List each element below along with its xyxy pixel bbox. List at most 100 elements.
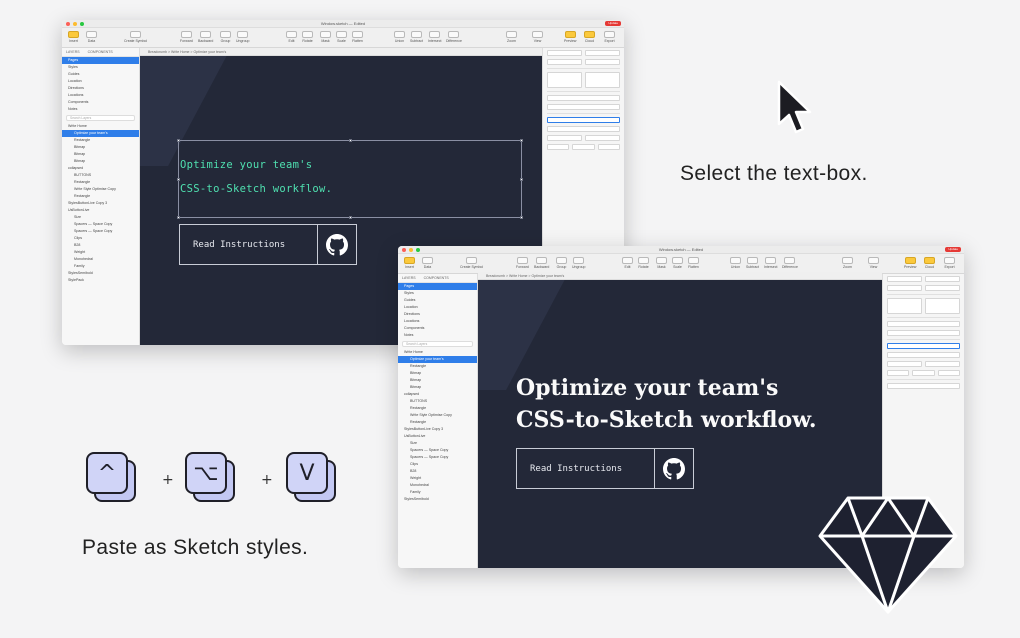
- ungroup-button[interactable]: Ungroup: [236, 31, 249, 43]
- font-family-field[interactable]: [887, 352, 960, 358]
- x-field[interactable]: [547, 50, 582, 56]
- tab-components[interactable]: COMPONENTS: [88, 50, 113, 54]
- layer-row[interactable]: StylesSemibold: [398, 496, 477, 503]
- layer-row[interactable]: Spacers — Space Copy: [398, 447, 477, 454]
- layer-row-selected[interactable]: Optimize your team's: [62, 130, 139, 137]
- layer-row[interactable]: Clips: [398, 461, 477, 468]
- layer-row[interactable]: B28: [62, 242, 139, 249]
- width-field[interactable]: [887, 285, 922, 291]
- font-weight-field[interactable]: [887, 361, 922, 367]
- page-item[interactable]: Locations: [62, 92, 139, 99]
- difference-button[interactable]: Difference: [446, 31, 462, 43]
- character-field[interactable]: [547, 144, 570, 150]
- page-item[interactable]: Location: [62, 78, 139, 85]
- layer-row[interactable]: Monohedral: [398, 482, 477, 489]
- width-field[interactable]: [547, 59, 582, 65]
- preview-button[interactable]: Preview: [904, 257, 916, 269]
- backward-button[interactable]: Backward: [198, 31, 213, 43]
- scale-button[interactable]: Scale: [336, 31, 347, 43]
- rotate-button[interactable]: Rotate: [638, 257, 649, 269]
- resize-control[interactable]: [547, 72, 582, 88]
- layer-row[interactable]: Write Style Optimise Copy: [398, 412, 477, 419]
- view-button[interactable]: View: [532, 31, 543, 43]
- layer-row[interactable]: BUTTONS: [62, 172, 139, 179]
- layer-row[interactable]: StylesSemibold: [62, 270, 139, 277]
- tab-layers[interactable]: LAYERS: [402, 276, 416, 280]
- subtract-button[interactable]: Subtract: [410, 31, 423, 43]
- line-field[interactable]: [572, 144, 595, 150]
- layer-row[interactable]: Rectangle: [62, 179, 139, 186]
- intersect-button[interactable]: Intersect: [764, 257, 777, 269]
- character-field[interactable]: [887, 370, 910, 376]
- create-symbol-button[interactable]: Create Symbol: [124, 31, 147, 43]
- ungroup-button[interactable]: Ungroup: [572, 257, 585, 269]
- layer-row[interactable]: Family: [398, 489, 477, 496]
- layer-row[interactable]: Size: [62, 214, 139, 221]
- tab-components[interactable]: COMPONENTS: [424, 276, 449, 280]
- layer-row[interactable]: Bitmap: [62, 158, 139, 165]
- create-symbol-button[interactable]: Create Symbol: [460, 257, 483, 269]
- layer-row[interactable]: Clips: [62, 235, 139, 242]
- page-item[interactable]: Notes: [62, 106, 139, 113]
- layer-row[interactable]: UsButtonLive: [62, 207, 139, 214]
- layer-row[interactable]: Spacers — Space Copy: [62, 228, 139, 235]
- height-field[interactable]: [585, 59, 620, 65]
- data-button[interactable]: Data: [86, 31, 97, 43]
- layer-row-selected[interactable]: Optimize your team's: [398, 356, 477, 363]
- opacity-field[interactable]: [887, 343, 960, 349]
- data-button[interactable]: Data: [422, 257, 433, 269]
- y-field[interactable]: [585, 50, 620, 56]
- layer-row[interactable]: Rectangle: [398, 419, 477, 426]
- read-instructions-button[interactable]: Read Instructions: [516, 448, 694, 489]
- edit-button[interactable]: Edit: [622, 257, 633, 269]
- layer-row[interactable]: Spacers — Space Copy: [62, 221, 139, 228]
- y-field[interactable]: [925, 276, 960, 282]
- layer-row[interactable]: Bitmap: [398, 384, 477, 391]
- flatten-button[interactable]: Flatten: [352, 31, 363, 43]
- layer-row[interactable]: Family: [62, 263, 139, 270]
- zoom-button[interactable]: Zoom: [842, 257, 853, 269]
- alignment-field[interactable]: [887, 383, 960, 389]
- paragraph-field[interactable]: [597, 144, 620, 150]
- forward-button[interactable]: Forward: [516, 257, 529, 269]
- page-item[interactable]: Notes: [398, 332, 477, 339]
- edit-button[interactable]: Edit: [286, 31, 297, 43]
- x-field[interactable]: [887, 276, 922, 282]
- layer-row[interactable]: StylesButtonLive Copy 3: [62, 200, 139, 207]
- layer-row[interactable]: Rectangle: [62, 193, 139, 200]
- read-instructions-button[interactable]: Read Instructions: [179, 224, 357, 265]
- font-size-field[interactable]: [585, 135, 620, 141]
- breadcrumb[interactable]: Breadcrumb > Write Home > Optimize your …: [140, 48, 542, 56]
- line-field[interactable]: [912, 370, 935, 376]
- page-item[interactable]: Styles: [398, 290, 477, 297]
- pin-control[interactable]: [585, 72, 620, 88]
- mask-button[interactable]: Mask: [656, 257, 667, 269]
- mask-button[interactable]: Mask: [320, 31, 331, 43]
- tab-layers[interactable]: LAYERS: [66, 50, 80, 54]
- layer-row[interactable]: BUTTONS: [398, 398, 477, 405]
- layer-row[interactable]: Bitmap: [62, 151, 139, 158]
- layer-row[interactable]: Write Style Optimise Copy: [62, 186, 139, 193]
- export-button[interactable]: Export: [604, 31, 615, 43]
- layer-row[interactable]: Weight: [62, 249, 139, 256]
- cloud-button[interactable]: Cloud: [924, 257, 935, 269]
- layer-row[interactable]: UsButtonLive: [398, 433, 477, 440]
- update-badge[interactable]: Update: [945, 247, 961, 252]
- backward-button[interactable]: Backward: [534, 257, 549, 269]
- page-item[interactable]: Components: [398, 325, 477, 332]
- page-item[interactable]: Pages: [398, 283, 477, 290]
- layer-row[interactable]: Rectangle: [62, 137, 139, 144]
- difference-button[interactable]: Difference: [782, 257, 798, 269]
- intersect-button[interactable]: Intersect: [428, 31, 441, 43]
- layer-row[interactable]: Weight: [398, 475, 477, 482]
- flatten-button[interactable]: Flatten: [688, 257, 699, 269]
- style-sync-field[interactable]: [887, 330, 960, 336]
- group-button[interactable]: Group: [220, 31, 231, 43]
- layer-row[interactable]: Monohedral: [62, 256, 139, 263]
- height-field[interactable]: [925, 285, 960, 291]
- insert-button[interactable]: Insert: [68, 31, 79, 43]
- scale-button[interactable]: Scale: [672, 257, 683, 269]
- pin-control[interactable]: [925, 298, 960, 314]
- layer-row[interactable]: Size: [398, 440, 477, 447]
- layer-row[interactable]: Bitmap: [398, 377, 477, 384]
